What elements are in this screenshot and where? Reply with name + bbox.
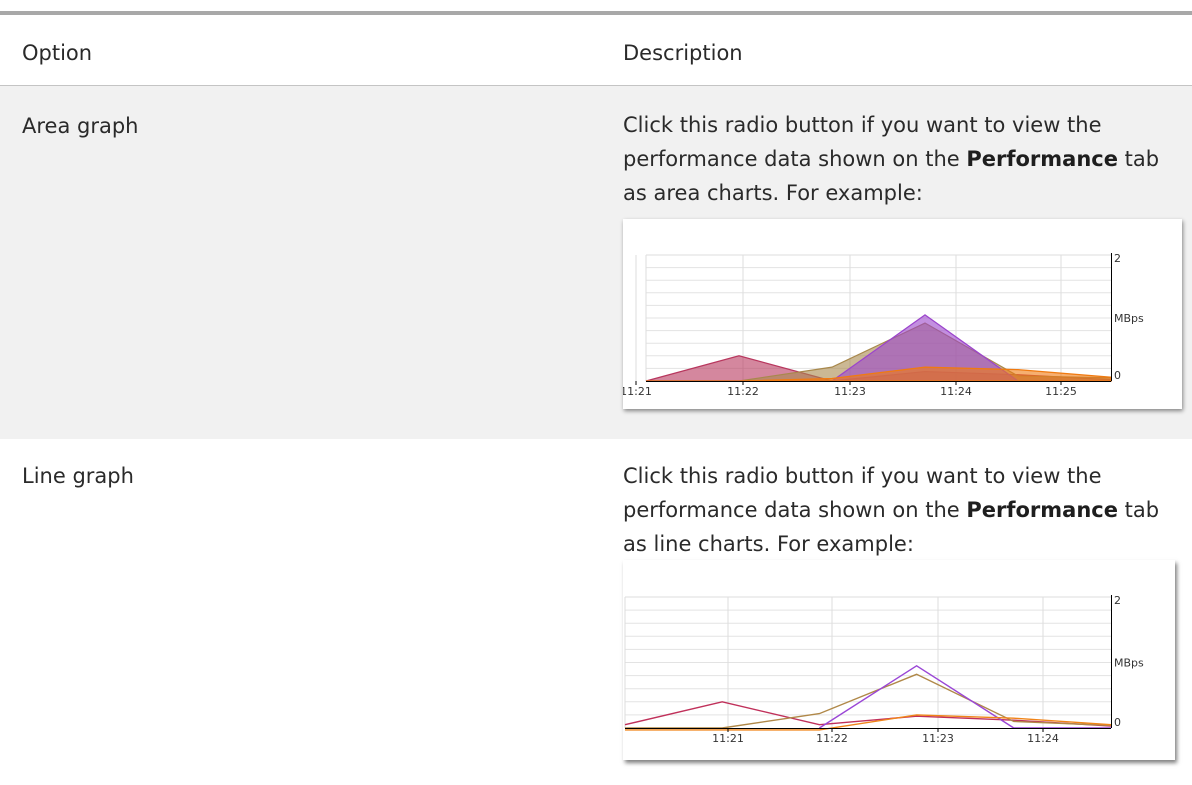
table-header: Option Description: [0, 15, 1192, 86]
description-line-graph: Click this radio button if you want to v…: [623, 459, 1189, 561]
option-area-graph: Area graph: [22, 114, 139, 138]
area-chart: 11:21 11:22 11:23 11:24 11:25 2 0 MBps: [623, 252, 1144, 398]
y-axis-unit-label: MBps: [1114, 657, 1144, 670]
x-tick-label: 11:21: [712, 732, 744, 745]
y-tick-label: 0: [1114, 369, 1121, 382]
option-line-graph: Line graph: [22, 464, 134, 488]
area-chart-example: 11:21 11:22 11:23 11:24 11:25 2 0 MBps: [623, 219, 1182, 409]
performance-term: Performance: [966, 498, 1118, 522]
line-chart: 11:21 11:22 11:23 11:24 2 0 MBps: [624, 594, 1144, 745]
x-tick-label: 11:21: [623, 385, 652, 398]
header-option: Option: [22, 41, 93, 65]
line-chart-example: 11:21 11:22 11:23 11:24 2 0 MBps: [623, 560, 1175, 760]
header-description: Description: [623, 41, 743, 65]
x-tick-label: 11:22: [727, 385, 759, 398]
y-tick-label: 2: [1114, 252, 1121, 265]
x-tick-label: 11:23: [834, 385, 866, 398]
x-tick-label: 11:22: [816, 732, 848, 745]
y-tick-label: 0: [1114, 716, 1121, 729]
x-tick-label: 11:24: [940, 385, 972, 398]
x-tick-label: 11:24: [1027, 732, 1059, 745]
x-tick-label: 11:23: [922, 732, 954, 745]
y-tick-label: 2: [1114, 594, 1121, 607]
x-tick-label: 11:25: [1045, 385, 1077, 398]
y-axis-unit-label: MBps: [1114, 312, 1144, 325]
performance-term: Performance: [966, 147, 1118, 171]
description-area-graph: Click this radio button if you want to v…: [623, 108, 1189, 210]
